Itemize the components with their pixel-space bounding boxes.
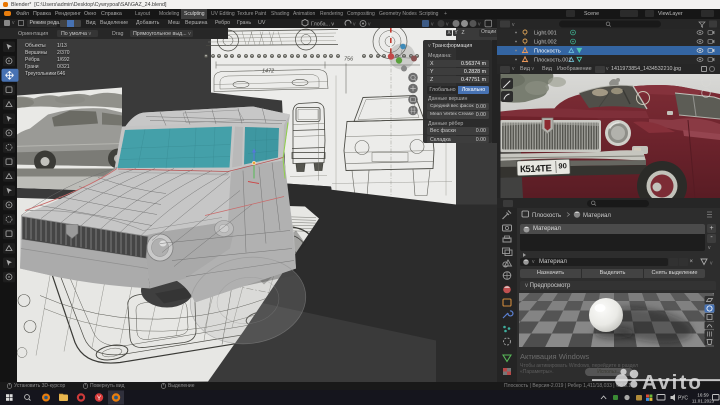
- svg-text:Плоскость.001: Плоскость.001: [534, 57, 571, 63]
- svg-text:16:59: 16:59: [697, 393, 709, 398]
- svg-text:90: 90: [558, 161, 567, 170]
- svg-text:v: v: [353, 21, 356, 27]
- svg-text:756: 756: [344, 56, 354, 62]
- svg-text:v: v: [368, 21, 371, 27]
- svg-text:К514ТЕ: К514ТЕ: [520, 163, 552, 175]
- svg-text:Плоскость: Плоскость: [532, 213, 561, 219]
- svg-text:11.01.2023: 11.01.2023: [692, 399, 715, 404]
- svg-text:Y: Y: [97, 395, 102, 402]
- svg-text:Плоскость: Плоскость: [534, 48, 561, 54]
- svg-text:Light.001: Light.001: [534, 30, 557, 36]
- svg-text:Light.002: Light.002: [534, 39, 557, 45]
- svg-text:1472: 1472: [262, 68, 274, 74]
- svg-text:РУС: РУС: [678, 396, 688, 402]
- svg-text:v: v: [710, 261, 713, 267]
- svg-text:Глоба... v: Глоба... v: [311, 21, 334, 27]
- svg-text:v: v: [446, 21, 449, 27]
- svg-text:v: v: [431, 21, 434, 27]
- svg-text:Материал: Материал: [583, 213, 611, 219]
- svg-text:v: v: [478, 21, 481, 27]
